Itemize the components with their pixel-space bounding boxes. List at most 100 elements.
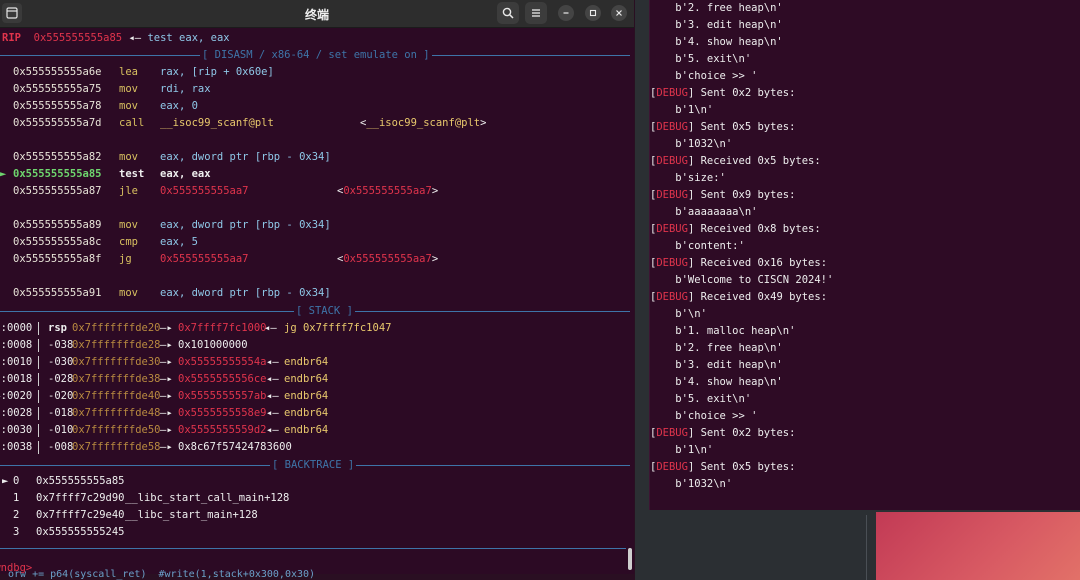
stack-offset: rsp [48, 322, 67, 334]
backtrace-frame-number: 2 [13, 509, 20, 521]
log-line: [DEBUG] Received 0x5 bytes: [650, 153, 1080, 170]
stack-pointer-arrow-icon: ◂— [266, 390, 279, 402]
disasm-address: 0x555555555a85 [13, 168, 102, 180]
log-text: b'1. malloc heap\n' [650, 325, 796, 337]
terminal-scrollbar[interactable] [628, 548, 632, 570]
log-line: b'1. malloc heap\n' [650, 323, 1080, 340]
log-line: b'Welcome to CISCN 2024!' [650, 272, 1080, 289]
stack-index: 06:0030 [0, 424, 33, 436]
disasm-address: 0x555555555a6e [13, 66, 102, 78]
stack-value: 0x5555555556ce [178, 373, 267, 385]
stack-symbol: jg 0x7ffff7fc1047 [284, 322, 392, 334]
disasm-row: 0x555555555a78 mov eax, 0 [0, 99, 630, 114]
disasm-address: 0x555555555a89 [13, 219, 102, 231]
minimize-button[interactable] [558, 5, 574, 21]
disasm-mnemonic: jle [119, 185, 138, 197]
disasm-mnemonic: lea [119, 66, 138, 78]
stack-symbol: endbr64 [284, 373, 329, 385]
log-line: [DEBUG] Received 0x49 bytes: [650, 289, 1080, 306]
stack-index: 00:0000 [0, 322, 33, 334]
close-icon [616, 10, 622, 16]
log-line: b'5. exit\n' [650, 391, 1080, 408]
stack-offset: -038 [48, 339, 74, 351]
log-line: b'choice >> ' [650, 68, 1080, 85]
log-text: b'content:' [650, 240, 745, 252]
stack-symbol: endbr64 [284, 390, 329, 402]
stack-value: 0x101000000 [178, 339, 248, 351]
disasm-row: 0x555555555a6e lea rax, [rip + 0x60e] [0, 65, 630, 80]
debug-tag: DEBUG [656, 121, 688, 133]
disasm-target: <__isoc99_scanf@plt> [360, 117, 487, 129]
debug-tag: DEBUG [656, 427, 688, 439]
log-text: b'choice >> ' [650, 410, 758, 422]
terminal-window-pwndbg[interactable]: 终端 RIP 0x555555555a85 ◂— test eax, eax [… [0, 0, 634, 574]
log-text: b'size:' [650, 172, 726, 184]
debug-tag: DEBUG [656, 155, 688, 167]
stack-offset: -020 [48, 390, 74, 402]
stack-row: 04:0020 -0200x7fffffffde40—▸ 0x5555555557a… [0, 389, 630, 404]
maximize-button[interactable] [585, 5, 601, 21]
disasm-mnemonic: call [119, 117, 145, 129]
log-line: b'3. edit heap\n' [650, 17, 1080, 34]
search-button[interactable] [497, 2, 519, 24]
rip-instruction: test eax, eax [147, 32, 230, 44]
stack-symbol: endbr64 [284, 424, 329, 436]
stack-value: 0x5555555558e9 [178, 407, 267, 419]
log-line: b'1032\n' [650, 136, 1080, 153]
disasm-operands: eax, 5 [160, 236, 198, 248]
log-line: b'3. edit heap\n' [650, 357, 1080, 374]
disasm-operands: rdi, rax [160, 83, 211, 95]
log-text: Sent 0x5 bytes: [694, 121, 796, 133]
log-text: Received 0x8 bytes: [694, 223, 821, 235]
log-text: b'choice >> ' [650, 70, 758, 82]
disasm-operands: __isoc99_scanf@plt [160, 117, 274, 129]
stack-offset: -028 [48, 373, 74, 385]
stack-offset: -008 [48, 441, 74, 453]
log-line: b'2. free heap\n' [650, 340, 1080, 357]
stack-index: 01:0008 [0, 339, 33, 351]
log-text: b'1032\n' [650, 138, 733, 150]
stack-index: 07:0038 [0, 441, 33, 453]
stack-arrow-icon: —▸ [160, 407, 173, 419]
stack-offset: -010 [48, 424, 74, 436]
log-text: b'1\n' [650, 444, 714, 456]
stack-divider [38, 424, 39, 437]
log-text: b'aaaaaaaa\n' [650, 206, 758, 218]
log-line: [DEBUG] Sent 0x9 bytes: [650, 187, 1080, 204]
log-text: Received 0x5 bytes: [694, 155, 821, 167]
backtrace-row: 1 0x7ffff7c29d90 __libc_start_call_main+12… [0, 491, 630, 506]
log-text: Sent 0x9 bytes: [694, 189, 796, 201]
stack-address: 0x7fffffffde28 [72, 339, 161, 351]
current-instruction-marker: ► [0, 168, 7, 180]
disasm-row: 0x555555555a82 mov eax, dword ptr [rbp - 0… [0, 150, 630, 165]
log-text: b'5. exit\n' [650, 53, 752, 65]
disasm-operands: eax, dword ptr [rbp - 0x34] [160, 287, 331, 299]
stack-index: 03:0018 [0, 373, 33, 385]
disasm-mnemonic: cmp [119, 236, 138, 248]
backtrace-header: [ BACKTRACE ] [270, 459, 357, 472]
stack-address: 0x7fffffffde48 [72, 407, 161, 419]
terminal-titlebar[interactable]: 终端 [0, 0, 634, 28]
backtrace-row: 2 0x7ffff7c29e40 __libc_start_main+128 [0, 508, 630, 523]
disasm-address: 0x555555555a75 [13, 83, 102, 95]
log-line: [DEBUG] Sent 0x2 bytes: [650, 85, 1080, 102]
stack-address: 0x7fffffffde40 [72, 390, 161, 402]
close-button[interactable] [611, 5, 627, 21]
log-text: b'5. exit\n' [650, 393, 752, 405]
log-line: [DEBUG] Received 0x8 bytes: [650, 221, 1080, 238]
stack-arrow-icon: —▸ [160, 390, 173, 402]
terminal-window-pwntools-log[interactable]: b'2. free heap\n' b'3. edit heap\n' b'4.… [649, 0, 1080, 510]
stack-value: 0x8c67f57424783600 [178, 441, 292, 453]
log-text: Received 0x16 bytes: [694, 257, 828, 269]
disasm-mnemonic: mov [119, 100, 138, 112]
disasm-header: [ DISASM / x86-64 / set emulate on ] [200, 49, 432, 62]
disasm-address: 0x555555555a87 [13, 185, 102, 197]
debug-tag: DEBUG [656, 223, 688, 235]
menu-button[interactable] [525, 2, 547, 24]
disasm-operands: eax, dword ptr [rbp - 0x34] [160, 219, 331, 231]
disasm-row: ► 0x555555555a85 test eax, eax [0, 167, 630, 182]
log-line: b'4. show heap\n' [650, 374, 1080, 391]
rip-arrow: ◂— [128, 32, 142, 44]
disasm-operands: rax, [rip + 0x60e] [160, 66, 274, 78]
stack-row: 05:0028 -0180x7fffffffde48—▸ 0x5555555558e… [0, 406, 630, 421]
